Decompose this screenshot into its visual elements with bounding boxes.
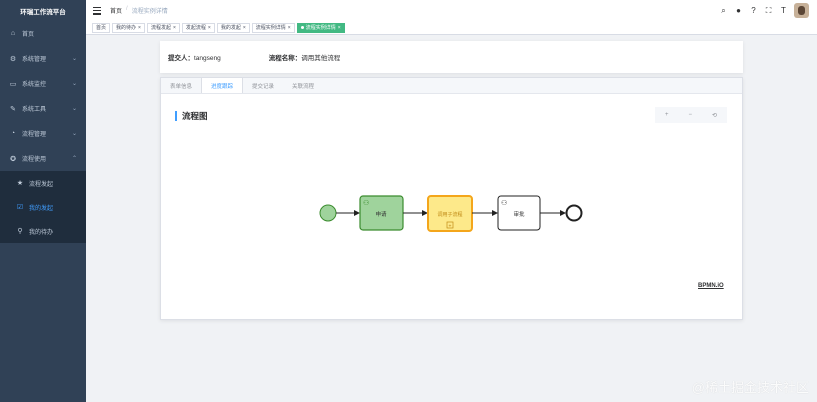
tabs-card: 表单信息 进度跟踪 提交记录 关联流程 流程图 + − ⟲ ⚇ 申请 调用子流程…	[160, 77, 743, 320]
sidebar-item-label: 系统监控	[22, 82, 47, 88]
tag-label: 首页	[96, 25, 107, 31]
chevron-up-icon: ⌃	[71, 156, 77, 162]
tag-instance-detail[interactable]: 流程实例详情 ×	[251, 22, 295, 33]
close-icon[interactable]: ×	[338, 25, 341, 31]
navbar: 首页 / 流程实例详情 ⌕ ● ? ⛶ T	[86, 0, 817, 21]
sidebar-item-my-started[interactable]: ☑ 我的发起	[0, 195, 86, 219]
chevron-down-icon: ⌄	[71, 81, 77, 87]
user-task-icon: ⚇	[501, 200, 507, 207]
sidebar-item-label: 流程管理	[22, 132, 47, 138]
breadcrumb-separator: /	[126, 6, 128, 12]
gear-icon: ⚙	[9, 55, 17, 63]
sidebar-item-label: 我的待办	[29, 229, 54, 236]
star-icon: ★	[16, 180, 24, 187]
sidebar-item-tools[interactable]: ✎ 系统工具 ⌄	[0, 96, 86, 121]
watermark: @稀土掘金技术社区	[691, 380, 809, 395]
bpmn-diagram[interactable]: ⚇ 申请 调用子流程 + ⚇ 审批	[161, 78, 742, 319]
close-icon[interactable]: ×	[243, 25, 246, 31]
end-event[interactable]	[565, 204, 583, 222]
app-title: 环瑞工作流平台	[20, 8, 66, 16]
start-event[interactable]	[319, 204, 337, 222]
use-icon: ✪	[10, 155, 16, 163]
info-card: 提交人：tangseng 流程名称：调用其他流程	[160, 41, 743, 73]
submitter-value: tangseng	[194, 55, 221, 62]
tag-my-todo[interactable]: 我的待办 ×	[112, 22, 145, 33]
tag-home[interactable]: 首页	[92, 22, 111, 33]
task-call-subprocess-label: 调用子流程	[437, 211, 462, 218]
user-icon: ⚲	[17, 228, 23, 235]
search-icon[interactable]: ⌕	[719, 6, 728, 16]
sidebar-item-label: 系统管理	[22, 57, 47, 63]
breadcrumb-current: 流程实例详情	[131, 9, 168, 15]
tag-label: 流程发起	[150, 25, 171, 31]
sidebar-item-label: 首页	[22, 32, 35, 38]
submitter-label: 提交人：	[168, 55, 194, 62]
sidebar-item-label: 系统工具	[22, 107, 47, 113]
tag-label: 发起流程	[185, 25, 206, 31]
monitor-icon: ▭	[9, 80, 17, 88]
sidebar-item-monitor[interactable]: ▭ 系统监控 ⌄	[0, 71, 86, 96]
sidebar-item-system[interactable]: ⚙ 系统管理 ⌄	[0, 46, 86, 71]
chevron-down-icon: ⌄	[71, 131, 77, 137]
sidebar-item-home[interactable]: ⌂ 首页	[0, 21, 86, 46]
sidebar-item-label: 我的发起	[29, 205, 54, 212]
close-icon[interactable]: ×	[173, 25, 176, 31]
sidebar-item-flow-manage[interactable]: ◔ 流程管理 ⌄	[0, 121, 86, 146]
plus-icon: +	[449, 224, 452, 230]
submenu-flow-use: ★ 流程发起 ☑ 我的发起 ⚲ 我的待办	[0, 171, 86, 243]
tag-instance-detail-active[interactable]: 流程实例详情 ×	[296, 22, 345, 33]
tool-icon: ✎	[10, 105, 16, 113]
fullscreen-icon[interactable]: ⛶	[764, 6, 773, 16]
chevron-down-icon: ⌄	[71, 56, 77, 62]
sidebar-item-label: 流程发起	[29, 181, 54, 188]
tag-start-flow[interactable]: 流程发起 ×	[146, 22, 180, 33]
bpmn-io-logo[interactable]: BPMN.iO	[698, 283, 724, 289]
close-icon[interactable]: ×	[208, 25, 211, 31]
task-approve-label: 审批	[513, 210, 525, 218]
tag-launch-flow[interactable]: 发起流程 ×	[181, 22, 215, 33]
tag-label: 流程实例详情	[305, 25, 336, 31]
font-size-icon[interactable]: T	[779, 6, 788, 15]
tag-my-started[interactable]: 我的发起 ×	[216, 22, 250, 33]
home-icon: ⌂	[10, 30, 16, 37]
process-info: 流程名称：调用其他流程	[269, 52, 341, 62]
hamburger-icon[interactable]	[93, 6, 101, 15]
sidebar: 环瑞工作流平台 ⌂ 首页 ⚙ 系统管理 ⌄ ▭ 系统监控 ⌄ ✎ 系统工具 ⌄ …	[0, 0, 86, 402]
edit-icon: ☑	[16, 204, 24, 211]
tags-view: 首页 我的待办 × 流程发起 × 发起流程 × 我的发起 × 流程实例详情 × 流程实例详…	[86, 21, 817, 35]
flow-icon: ◔	[10, 130, 16, 137]
submitter-info: 提交人：tangseng	[168, 52, 221, 62]
tag-label: 我的待办	[116, 25, 137, 31]
avatar[interactable]	[794, 3, 809, 18]
github-icon[interactable]: ●	[734, 6, 743, 15]
task-apply-label: 申请	[375, 210, 387, 218]
sidebar-item-flow-use[interactable]: ✪ 流程使用 ⌃	[0, 146, 86, 171]
help-icon[interactable]: ?	[749, 6, 758, 15]
user-task-icon: ⚇	[363, 200, 369, 207]
process-value: 调用其他流程	[301, 55, 341, 62]
sidebar-item-my-todo[interactable]: ⚲ 我的待办	[0, 219, 86, 243]
close-icon[interactable]: ×	[138, 25, 141, 31]
navbar-actions: ⌕ ● ? ⛶ T	[719, 3, 809, 18]
tag-label: 流程实例详情	[255, 25, 286, 31]
sidebar-item-start-flow[interactable]: ★ 流程发起	[0, 171, 86, 195]
sidebar-item-label: 流程使用	[22, 157, 47, 163]
close-icon[interactable]: ×	[288, 25, 291, 31]
tag-label: 我的发起	[220, 25, 241, 31]
breadcrumb-home[interactable]: 首页	[110, 6, 122, 15]
breadcrumb: 首页 / 流程实例详情	[110, 6, 168, 15]
process-label: 流程名称：	[268, 55, 302, 62]
chevron-down-icon: ⌄	[71, 106, 77, 112]
